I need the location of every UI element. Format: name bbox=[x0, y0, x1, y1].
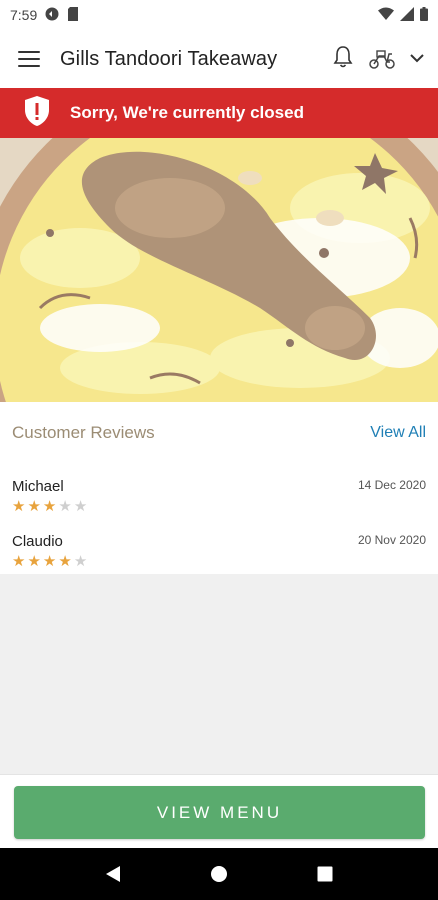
star-icon: ★ bbox=[58, 498, 72, 515]
star-icon: ★ bbox=[73, 498, 88, 515]
review-item: Michael 14 Dec 2020 ★ ★ ★ ★ ★ bbox=[12, 464, 426, 519]
reviews-title: Customer Reviews bbox=[12, 423, 155, 442]
sim-card-icon bbox=[67, 6, 79, 24]
closed-banner: Sorry, We're currently closed bbox=[0, 88, 438, 138]
star-icon: ★ bbox=[42, 553, 57, 570]
star-icon: ★ bbox=[42, 498, 57, 515]
bottom-action-bar: VIEW MENU bbox=[0, 774, 438, 848]
reviewer-name: Claudio bbox=[12, 533, 63, 550]
back-icon[interactable] bbox=[93, 854, 133, 894]
customer-reviews-section: Customer Reviews View All Michael 14 Dec … bbox=[0, 402, 438, 574]
shield-alert-icon bbox=[24, 95, 50, 132]
review-list: Michael 14 Dec 2020 ★ ★ ★ ★ ★ Claudio 20 Nov 202… bbox=[12, 464, 426, 574]
system-navigation-bar bbox=[0, 848, 438, 900]
view-menu-button[interactable]: VIEW MENU bbox=[14, 786, 425, 839]
home-icon[interactable] bbox=[199, 854, 239, 894]
status-bar: 7:59 bbox=[0, 0, 438, 30]
wifi-icon bbox=[378, 7, 394, 23]
star-icon: ★ bbox=[73, 553, 88, 570]
star-icon: ★ bbox=[27, 498, 41, 515]
star-rating: ★ ★ ★ ★ ★ bbox=[12, 499, 87, 514]
chevron-down-icon[interactable] bbox=[410, 50, 424, 68]
star-icon: ★ bbox=[58, 553, 72, 570]
review-item: Claudio 20 Nov 2020 ★ ★ ★ ★ ★ bbox=[12, 519, 426, 574]
star-icon: ★ bbox=[27, 553, 41, 570]
reviewer-name: Michael bbox=[12, 478, 64, 495]
data-saver-icon bbox=[45, 7, 59, 24]
app-bar: Gills Tandoori Takeaway bbox=[0, 30, 438, 88]
restaurant-hero-image bbox=[0, 138, 438, 402]
delivery-scooter-icon[interactable] bbox=[368, 48, 396, 70]
content-background bbox=[0, 574, 438, 774]
status-time: 7:59 bbox=[10, 7, 38, 23]
star-rating: ★ ★ ★ ★ ★ bbox=[12, 554, 87, 569]
recent-apps-icon[interactable] bbox=[305, 854, 345, 894]
review-date: 14 Dec 2020 bbox=[357, 478, 426, 492]
closed-banner-text: Sorry, We're currently closed bbox=[70, 103, 304, 122]
view-all-reviews-link[interactable]: View All bbox=[370, 424, 426, 442]
star-icon: ★ bbox=[12, 498, 26, 515]
notification-bell-icon[interactable] bbox=[332, 45, 354, 74]
page-title: Gills Tandoori Takeaway bbox=[60, 47, 278, 70]
star-icon: ★ bbox=[12, 553, 26, 570]
review-date: 20 Nov 2020 bbox=[357, 533, 426, 547]
battery-icon bbox=[420, 6, 428, 24]
menu-icon[interactable] bbox=[18, 51, 40, 67]
signal-icon bbox=[400, 6, 414, 24]
